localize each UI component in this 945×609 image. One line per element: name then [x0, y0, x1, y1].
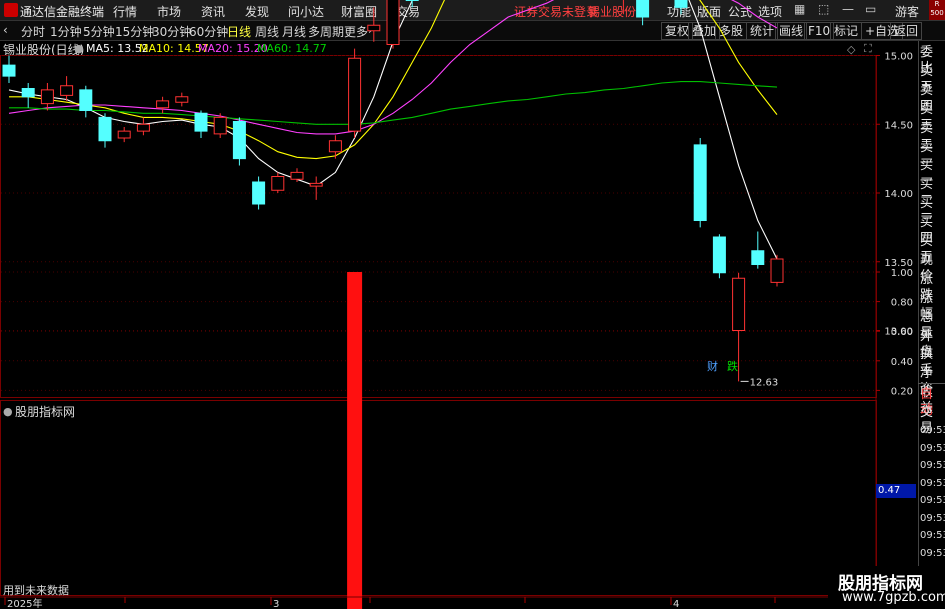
candle-body	[732, 277, 746, 331]
candle-body	[136, 123, 150, 132]
tick-time: 09:53	[920, 460, 945, 471]
indicator-tick-label: 0.20	[891, 386, 913, 397]
candle	[117, 127, 131, 143]
tick-time: 09:53	[920, 477, 945, 489]
watermark-url: www.7gpzb.com	[842, 590, 945, 605]
candle	[2, 55, 16, 83]
candle	[546, 0, 548, 1]
candle-body	[232, 121, 246, 160]
candle	[232, 117, 246, 166]
candle-body	[213, 116, 227, 135]
candle	[98, 113, 112, 148]
candle	[367, 7, 381, 42]
tick-time: 09:53	[920, 495, 945, 506]
candle-body	[290, 171, 304, 180]
candle-body	[712, 236, 726, 274]
candle-body	[386, 0, 400, 45]
tick-time: 09:53	[920, 512, 945, 524]
candle	[213, 113, 227, 138]
candle	[751, 231, 765, 269]
candle	[60, 76, 74, 101]
indicator-tick-label: 1.00	[891, 268, 913, 279]
candle	[271, 172, 285, 193]
candle-body	[328, 140, 342, 153]
price-tick-label: 14.50	[884, 120, 913, 131]
candle-body	[194, 112, 208, 132]
candle	[252, 176, 266, 210]
candle	[309, 176, 323, 200]
tick-time: 09:53	[920, 442, 945, 454]
candle	[79, 85, 93, 118]
candle	[21, 83, 35, 108]
price-tick-label: 15.00	[884, 52, 913, 63]
tick-time: 09:53	[920, 530, 945, 541]
sub-chart-title: 股朋指标网	[15, 405, 76, 419]
candle	[40, 83, 54, 111]
candle-body	[2, 64, 16, 77]
candle	[290, 168, 304, 182]
candle	[405, 0, 419, 8]
candle-body	[674, 0, 688, 8]
candle	[136, 117, 150, 136]
candle-body	[693, 144, 707, 221]
candle	[348, 48, 362, 138]
kline-chart[interactable]: 16.5016.0015.5015.0014.5014.0013.5013.00…	[0, 0, 918, 609]
candle-body	[79, 89, 93, 111]
tick-time: 09:53	[920, 425, 945, 436]
event-marker: 跌	[727, 359, 738, 373]
quote-panel-divider	[918, 383, 945, 384]
candle	[386, 0, 400, 49]
current-indicator-value: 0.47	[876, 484, 916, 498]
candle-body	[636, 0, 650, 18]
candle	[693, 138, 707, 228]
sub-pane-border	[0, 400, 877, 596]
future-data-note: 用到未来数据	[3, 584, 69, 597]
candle-body	[156, 100, 170, 109]
indicator-tick-label: 0.60	[891, 327, 913, 338]
indicator-tick-label: 0.40	[891, 357, 913, 368]
x-axis-label: 4	[673, 599, 679, 609]
candle	[712, 234, 726, 279]
candle	[770, 254, 784, 287]
candle	[156, 96, 170, 114]
x-axis-label: 2025年	[7, 597, 42, 609]
ma60-line	[9, 81, 778, 125]
candle-body	[60, 85, 74, 96]
candle-body	[117, 130, 131, 139]
event-marker: 财	[707, 359, 718, 373]
candle	[175, 92, 189, 107]
candle-body	[40, 89, 54, 105]
candle	[328, 135, 342, 159]
candle	[674, 0, 688, 15]
candle	[194, 110, 208, 138]
candle-body	[271, 176, 285, 191]
price-tick-label: 14.00	[884, 189, 913, 200]
low-price-label: 12.63	[750, 377, 779, 388]
candle-body	[405, 0, 419, 1]
candle-body	[21, 88, 35, 98]
candle-body	[309, 182, 323, 187]
sub-settings-icon[interactable]: ●	[3, 405, 13, 418]
candle-body	[348, 57, 362, 132]
indicator-bar	[347, 272, 363, 609]
indicator-tick-label: 0.80	[891, 298, 913, 309]
level-badge: R 500	[929, 0, 945, 20]
candle-body	[175, 96, 189, 103]
candle-body	[98, 116, 112, 142]
candle-body	[770, 258, 784, 283]
candle	[636, 0, 650, 26]
candle-body	[751, 250, 765, 265]
candle-body	[367, 24, 381, 32]
candle	[622, 0, 624, 15]
tick-time: 09:53	[920, 547, 945, 559]
candle-body	[252, 181, 266, 205]
x-axis-label: 3	[273, 599, 279, 609]
